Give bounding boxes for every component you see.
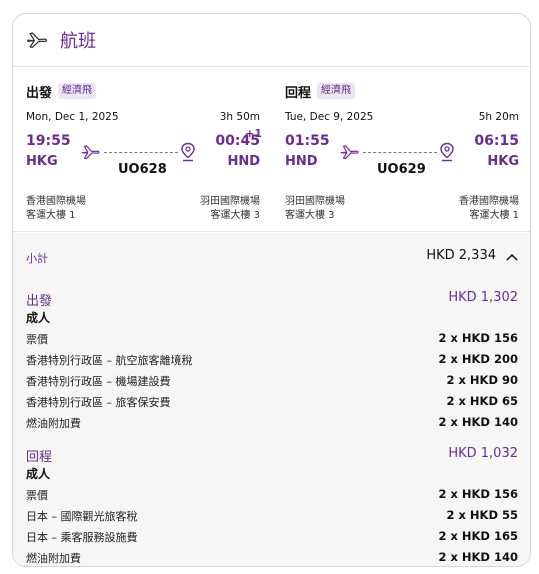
flight-summary-card: 航班 出發 經濟飛 Mon, Dec 1, 2025 3h 50m 19:55 …	[12, 13, 531, 567]
outbound-leg: 出發 經濟飛 Mon, Dec 1, 2025 3h 50m 19:55 00:…	[26, 81, 262, 231]
fee-label: 日本 – 國際觀光旅客稅	[26, 510, 138, 523]
outbound-departure-terminal: 客運大樓 1	[26, 210, 76, 221]
fee-value: 2 x HKD 140	[438, 550, 518, 564]
return-section-total: HKD 1,032	[448, 446, 518, 461]
fee-value: 2 x HKD 156	[438, 331, 518, 345]
return-departure-code: HND	[285, 154, 318, 169]
outbound-departure-airport: 香港國際機場	[26, 196, 86, 207]
fee-label: 日本 – 乘客服務設施費	[26, 531, 138, 544]
return-departure-terminal: 客運大樓 3	[285, 210, 335, 221]
location-pin-icon	[181, 142, 195, 162]
outbound-arrival-airport: 羽田國際機場	[200, 196, 260, 207]
route-line	[104, 152, 178, 153]
fee-value: 2 x HKD 55	[446, 508, 518, 522]
return-departure-time: 01:55	[285, 133, 330, 149]
outbound-flight-number: UO628	[118, 162, 167, 177]
card-header: 航班	[13, 14, 530, 67]
fee-label: 香港特別行政區 – 航空旅客離境稅	[26, 354, 193, 367]
outbound-arrival-terminal: 客運大樓 3	[210, 210, 260, 221]
return-arrival-code: HKG	[487, 154, 519, 169]
outbound-duration: 3h 50m	[219, 111, 260, 123]
return-arrival-time: 06:15	[474, 133, 519, 149]
fee-label: 燃油附加費	[26, 417, 81, 430]
fee-value: 2 x HKD 200	[438, 352, 518, 366]
outbound-date: Mon, Dec 1, 2025	[26, 111, 119, 123]
fee-label: 票價	[26, 489, 48, 502]
return-section-title: 回程	[26, 450, 53, 465]
passenger-type: 成人	[26, 311, 51, 325]
passenger-type: 成人	[26, 467, 51, 481]
outbound-section-total: HKD 1,302	[448, 290, 518, 305]
subtotal-value: HKD 2,334	[426, 248, 496, 263]
fee-label: 票價	[26, 333, 48, 346]
return-title: 回程	[285, 85, 312, 101]
fee-value: 2 x HKD 156	[438, 487, 518, 501]
fee-value: 2 x HKD 165	[438, 529, 518, 543]
price-breakdown: 小計 HKD 2,334 出發 HKD 1,302 成人 票價 2 x HKD …	[13, 233, 530, 566]
chevron-up-icon[interactable]	[506, 253, 518, 261]
fare-badge: 經濟飛	[58, 83, 97, 99]
subtotal-label: 小計	[26, 252, 48, 265]
return-date: Tue, Dec 9, 2025	[285, 111, 374, 123]
airplane-icon	[27, 32, 48, 48]
route-line	[363, 152, 437, 153]
fee-label: 香港特別行政區 – 機場建設費	[26, 375, 171, 388]
outbound-arrival-code: HND	[227, 154, 260, 169]
subtotal-toggle[interactable]: 小計 HKD 2,334	[26, 247, 518, 267]
fee-label: 香港特別行政區 – 旅客保安費	[26, 396, 171, 409]
outbound-section-title: 出發	[26, 294, 53, 309]
airplane-icon	[81, 145, 100, 160]
outbound-departure-time: 19:55	[26, 133, 71, 149]
outbound-departure-code: HKG	[26, 154, 58, 169]
fee-value: 2 x HKD 90	[446, 373, 518, 387]
fee-label: 燃油附加費	[26, 552, 81, 565]
fee-value: 2 x HKD 65	[446, 394, 518, 408]
location-pin-icon	[440, 142, 454, 162]
card-title: 航班	[60, 31, 96, 52]
fee-value: 2 x HKD 140	[438, 415, 518, 429]
return-arrival-airport: 香港國際機場	[459, 196, 519, 207]
fare-badge: 經濟飛	[317, 83, 356, 99]
airplane-icon	[340, 145, 359, 160]
next-day-indicator: +1	[245, 127, 262, 140]
return-flight-number: UO629	[377, 162, 426, 177]
flight-legs: 出發 經濟飛 Mon, Dec 1, 2025 3h 50m 19:55 00:…	[13, 67, 530, 232]
return-duration: 5h 20m	[478, 111, 519, 123]
return-leg: 回程 經濟飛 Tue, Dec 9, 2025 5h 20m 01:55 06:…	[285, 81, 519, 231]
return-departure-airport: 羽田國際機場	[285, 196, 345, 207]
outbound-title: 出發	[26, 85, 53, 101]
return-arrival-terminal: 客運大樓 1	[469, 210, 519, 221]
